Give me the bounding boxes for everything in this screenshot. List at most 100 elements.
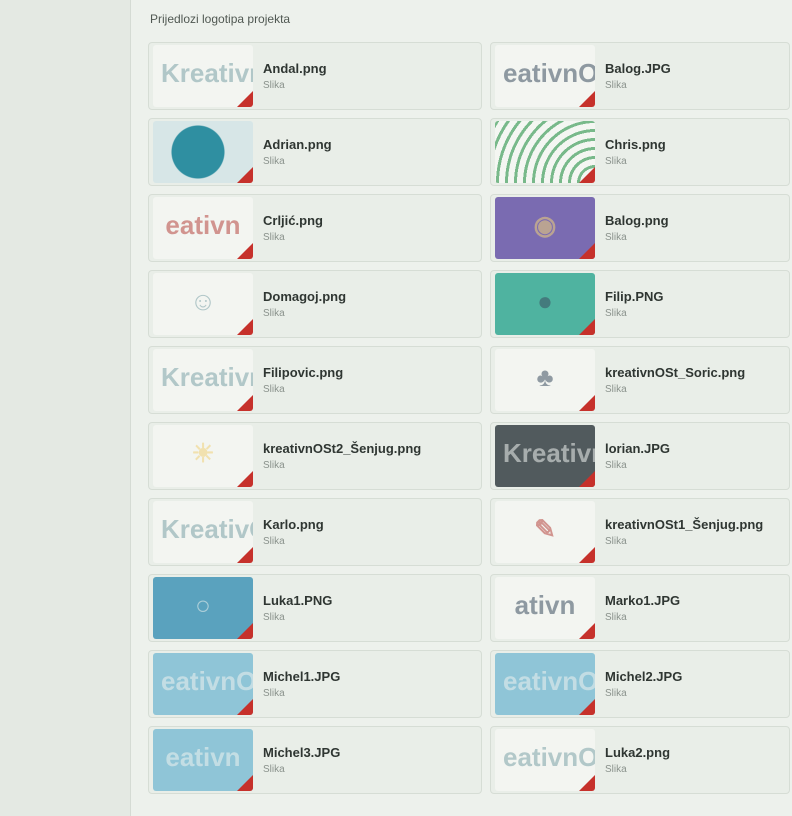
- file-thumbnail[interactable]: ●: [495, 273, 595, 335]
- file-meta: lorian.JPG Slika: [605, 441, 670, 471]
- file-card[interactable]: ativn Marko1.JPG Slika: [490, 574, 790, 642]
- file-card[interactable]: eativnO Luka2.png Slika: [490, 726, 790, 794]
- file-name[interactable]: Michel1.JPG: [263, 669, 340, 684]
- file-type-corner-icon: [579, 319, 595, 335]
- file-meta: Andal.png Slika: [263, 61, 327, 91]
- file-type-label: Slika: [263, 384, 285, 395]
- file-name[interactable]: Chris.png: [605, 137, 666, 152]
- file-card[interactable]: ◉ Balog.png Slika: [490, 194, 790, 262]
- file-thumbnail[interactable]: ◉: [495, 197, 595, 259]
- file-meta: Domagoj.png Slika: [263, 289, 346, 319]
- file-thumbnail[interactable]: eativn: [153, 197, 253, 259]
- file-meta: Filip.PNG Slika: [605, 289, 664, 319]
- file-name[interactable]: Michel3.JPG: [263, 745, 340, 760]
- file-card[interactable]: ○ Luka1.PNG Slika: [148, 574, 482, 642]
- file-meta: Adrian.png Slika: [263, 137, 332, 167]
- file-type-corner-icon: [579, 623, 595, 639]
- file-name[interactable]: Balog.png: [605, 213, 669, 228]
- file-type-corner-icon: [579, 395, 595, 411]
- file-name[interactable]: Filip.PNG: [605, 289, 664, 304]
- file-name[interactable]: lorian.JPG: [605, 441, 670, 456]
- file-name[interactable]: Luka1.PNG: [263, 593, 332, 608]
- file-card[interactable]: eativnO Balog.JPG Slika: [490, 42, 790, 110]
- file-thumbnail[interactable]: [153, 121, 253, 183]
- file-thumbnail[interactable]: KreativnO: [495, 425, 595, 487]
- file-type-corner-icon: [237, 623, 253, 639]
- file-type-corner-icon: [237, 699, 253, 715]
- file-card[interactable]: KreativOS Karlo.png Slika: [148, 498, 482, 566]
- file-meta: kreativnOSt_Soric.png Slika: [605, 365, 745, 395]
- file-card[interactable]: KreativnO Filipovic.png Slika: [148, 346, 482, 414]
- file-name[interactable]: Marko1.JPG: [605, 593, 680, 608]
- file-thumbnail[interactable]: ○: [153, 577, 253, 639]
- file-card[interactable]: ♣ kreativnOSt_Soric.png Slika: [490, 346, 790, 414]
- file-thumbnail[interactable]: eativnO: [495, 45, 595, 107]
- file-meta: Michel3.JPG Slika: [263, 745, 340, 775]
- file-meta: Michel1.JPG Slika: [263, 669, 340, 699]
- thumbnail-art: KreativOS: [161, 514, 253, 544]
- file-card[interactable]: KreativnO lorian.JPG Slika: [490, 422, 790, 490]
- file-thumbnail[interactable]: eativnO: [495, 653, 595, 715]
- file-name[interactable]: Filipovic.png: [263, 365, 343, 380]
- file-type-label: Slika: [605, 80, 627, 91]
- file-name[interactable]: Luka2.png: [605, 745, 670, 760]
- file-thumbnail[interactable]: [495, 121, 595, 183]
- file-meta: Chris.png Slika: [605, 137, 666, 167]
- file-card[interactable]: KreativnOSt Andal.png Slika: [148, 42, 482, 110]
- file-name[interactable]: Karlo.png: [263, 517, 324, 532]
- left-gutter: [0, 0, 131, 816]
- thumbnail-art: eativn: [165, 742, 241, 772]
- file-thumbnail[interactable]: KreativnO: [153, 349, 253, 411]
- thumbnail-art: ●: [537, 286, 553, 316]
- file-type-corner-icon: [237, 395, 253, 411]
- file-name[interactable]: kreativnOSt_Soric.png: [605, 365, 745, 380]
- thumbnail-art: eativnO: [161, 666, 253, 696]
- file-name[interactable]: Michel2.JPG: [605, 669, 682, 684]
- file-type-corner-icon: [237, 775, 253, 791]
- file-type-corner-icon: [579, 243, 595, 259]
- file-thumbnail[interactable]: KreativOS: [153, 501, 253, 563]
- file-card[interactable]: ☀ kreativnOSt2_Šenjug.png Slika: [148, 422, 482, 490]
- file-meta: Filipovic.png Slika: [263, 365, 343, 395]
- thumbnail-art: ☀: [191, 438, 215, 468]
- thumbnail-art: eativn: [165, 210, 241, 240]
- file-type-label: Slika: [263, 460, 285, 471]
- file-type-corner-icon: [579, 547, 595, 563]
- thumbnail-art: eativnO: [503, 58, 595, 88]
- file-card[interactable]: Chris.png Slika: [490, 118, 790, 186]
- file-meta: Luka2.png Slika: [605, 745, 670, 775]
- thumbnail-art: ✎: [534, 514, 556, 544]
- file-thumbnail[interactable]: ☺: [153, 273, 253, 335]
- file-name[interactable]: Adrian.png: [263, 137, 332, 152]
- file-name[interactable]: Crljić.png: [263, 213, 323, 228]
- file-type-label: Slika: [263, 80, 285, 91]
- file-card[interactable]: Adrian.png Slika: [148, 118, 482, 186]
- file-thumbnail[interactable]: ♣: [495, 349, 595, 411]
- file-card[interactable]: eativnO Michel1.JPG Slika: [148, 650, 482, 718]
- file-meta: kreativnOSt2_Šenjug.png Slika: [263, 441, 421, 471]
- file-thumbnail[interactable]: ☀: [153, 425, 253, 487]
- thumbnail-art: eativnO: [503, 666, 595, 696]
- file-name[interactable]: Balog.JPG: [605, 61, 671, 76]
- file-thumbnail[interactable]: eativnO: [153, 653, 253, 715]
- file-name[interactable]: kreativnOSt2_Šenjug.png: [263, 441, 421, 456]
- file-thumbnail[interactable]: ✎: [495, 501, 595, 563]
- file-thumbnail[interactable]: ativn: [495, 577, 595, 639]
- file-type-corner-icon: [237, 319, 253, 335]
- file-card[interactable]: eativn Michel3.JPG Slika: [148, 726, 482, 794]
- file-meta: Karlo.png Slika: [263, 517, 324, 547]
- file-card[interactable]: ✎ kreativnOSt1_Šenjug.png Slika: [490, 498, 790, 566]
- file-card[interactable]: ● Filip.PNG Slika: [490, 270, 790, 338]
- file-name[interactable]: Andal.png: [263, 61, 327, 76]
- file-name[interactable]: kreativnOSt1_Šenjug.png: [605, 517, 763, 532]
- file-name[interactable]: Domagoj.png: [263, 289, 346, 304]
- file-thumbnail[interactable]: eativnO: [495, 729, 595, 791]
- file-card[interactable]: eativnO Michel2.JPG Slika: [490, 650, 790, 718]
- thumbnail-art: KreativnO: [503, 438, 595, 468]
- file-thumbnail[interactable]: KreativnOSt: [153, 45, 253, 107]
- file-type-label: Slika: [263, 156, 285, 167]
- file-card[interactable]: ☺ Domagoj.png Slika: [148, 270, 482, 338]
- file-card[interactable]: eativn Crljić.png Slika: [148, 194, 482, 262]
- thumbnail-art: ♣: [536, 362, 554, 392]
- file-thumbnail[interactable]: eativn: [153, 729, 253, 791]
